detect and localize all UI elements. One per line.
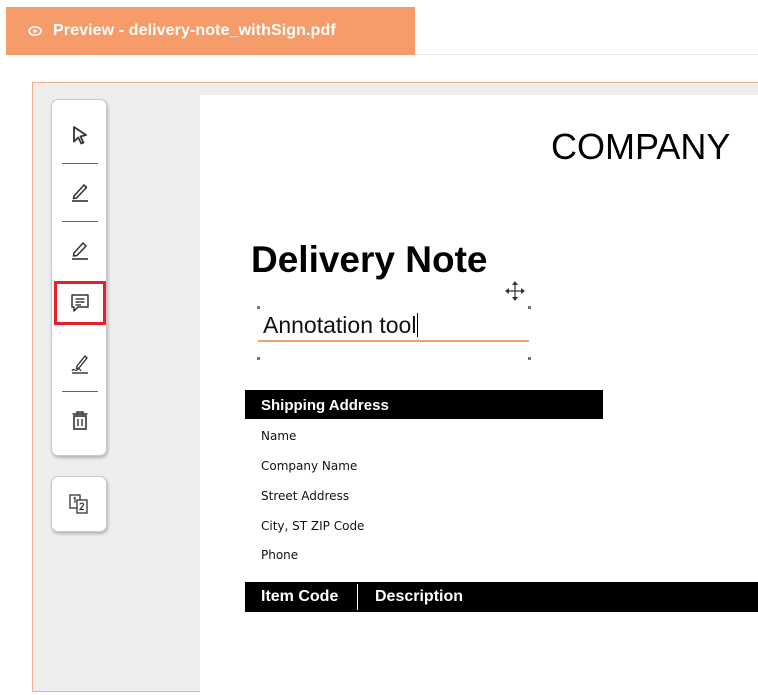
address-line: Street Address (261, 489, 350, 503)
company-heading: COMPANY (551, 126, 731, 167)
address-line: Company Name (261, 459, 358, 473)
toolbar-divider (62, 221, 98, 222)
document-title: Delivery Note (251, 239, 488, 280)
column-description: Description (375, 588, 464, 605)
annotation-tool-button[interactable] (54, 281, 106, 325)
move-icon[interactable] (504, 280, 526, 302)
resize-handle[interactable] (257, 357, 260, 360)
preview-tab[interactable]: Preview - delivery-note_withSign.pdf (6, 7, 415, 55)
page-numbers-icon (69, 494, 88, 514)
delete-tool-button[interactable] (62, 402, 98, 438)
draw-tool-button[interactable] (62, 173, 98, 209)
column-divider (357, 584, 358, 610)
comment-icon (71, 294, 89, 312)
highlighter-icon (72, 242, 88, 260)
tab-title: Preview - delivery-note_withSign.pdf (53, 22, 336, 39)
select-tool-button[interactable] (62, 117, 98, 153)
column-item-code: Item Code (261, 588, 339, 605)
trash-icon (72, 411, 88, 430)
annotation-value: Annotation tool (263, 312, 417, 338)
address-line: City, ST ZIP Code (261, 519, 365, 533)
eye-icon (28, 24, 42, 38)
items-table-header: Item Code Description (245, 582, 758, 612)
page-numbers-button[interactable] (51, 476, 107, 532)
pen-icon (72, 184, 88, 202)
highlight-tool-button[interactable] (62, 231, 98, 267)
cursor-icon (73, 126, 87, 145)
toolbar-divider (62, 163, 98, 164)
resize-handle[interactable] (528, 357, 531, 360)
toolbar-divider (62, 391, 98, 392)
signature-icon (71, 355, 88, 374)
annotation-toolbar (51, 99, 107, 456)
address-line: Name (261, 429, 297, 443)
shipping-address-header: Shipping Address (245, 390, 603, 419)
text-caret (417, 313, 419, 337)
signature-tool-button[interactable] (62, 345, 98, 381)
annotation-text[interactable]: Annotation tool (263, 312, 419, 339)
address-line: Phone (261, 548, 299, 562)
